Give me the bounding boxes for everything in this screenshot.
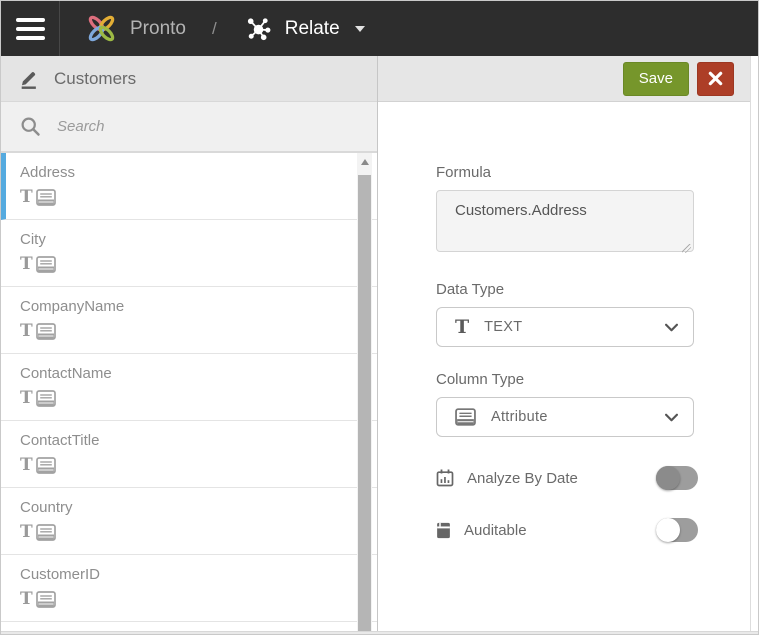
text-type-icon: T bbox=[20, 522, 33, 542]
attribute-type-icon bbox=[36, 323, 56, 340]
text-type-icon: T bbox=[20, 187, 33, 207]
attribute-type-icon bbox=[36, 457, 56, 474]
list-item-country[interactable]: Country T bbox=[1, 488, 377, 555]
close-button[interactable] bbox=[697, 62, 734, 96]
search-bar bbox=[1, 102, 377, 153]
column-type-value: Attribute bbox=[491, 409, 548, 425]
data-type-value: TEXT bbox=[484, 319, 522, 335]
analyze-by-date-label: Analyze By Date bbox=[467, 470, 578, 487]
auditable-toggle[interactable] bbox=[656, 518, 698, 542]
field-name: Country bbox=[20, 498, 347, 518]
field-name: Address bbox=[20, 163, 347, 183]
chevron-down-icon bbox=[355, 26, 365, 32]
column-type-select[interactable]: Attribute bbox=[436, 397, 694, 437]
right-panel-scroll-gutter bbox=[750, 56, 758, 635]
ledger-icon bbox=[436, 522, 451, 539]
field-name: City bbox=[20, 230, 347, 250]
panel-title: Customers bbox=[54, 69, 136, 89]
breadcrumb-separator: / bbox=[212, 19, 217, 39]
column-editor-panel: Save Formula Customers.Address bbox=[378, 56, 758, 635]
toggle-knob bbox=[656, 518, 680, 542]
chevron-down-icon bbox=[665, 323, 678, 332]
field-list: Address T City T CompanyName bbox=[1, 153, 377, 635]
field-name: CompanyName bbox=[20, 297, 347, 317]
text-type-icon: T bbox=[455, 317, 469, 337]
list-scrollbar bbox=[357, 153, 372, 635]
sidebar-header: Customers bbox=[1, 56, 377, 102]
list-item-companyname[interactable]: CompanyName T bbox=[1, 287, 377, 354]
search-icon bbox=[20, 116, 41, 137]
attribute-type-icon bbox=[36, 390, 56, 407]
attribute-type-icon bbox=[36, 189, 56, 206]
pronto-home-link[interactable]: Pronto bbox=[86, 13, 186, 44]
data-type-group: Data Type T TEXT bbox=[436, 281, 758, 347]
list-item-customerid[interactable]: CustomerID T bbox=[1, 555, 377, 622]
close-x-icon bbox=[708, 71, 723, 86]
hamburger-menu-button[interactable] bbox=[1, 1, 59, 56]
relate-network-icon bbox=[245, 15, 272, 42]
chevron-down-icon bbox=[665, 413, 678, 422]
relate-module-dropdown[interactable]: Relate bbox=[245, 15, 365, 42]
data-type-label: Data Type bbox=[436, 281, 758, 298]
field-name: ContactName bbox=[20, 364, 347, 384]
editor-toolbar: Save bbox=[378, 56, 758, 102]
field-name: ContactTitle bbox=[20, 431, 347, 451]
toggle-knob bbox=[656, 466, 680, 490]
text-type-icon: T bbox=[20, 388, 33, 408]
calendar-chart-icon bbox=[436, 469, 454, 487]
module-name: Relate bbox=[285, 18, 340, 40]
attribute-type-icon bbox=[36, 524, 56, 541]
resize-grip-icon[interactable] bbox=[682, 244, 691, 253]
list-item-address[interactable]: Address T bbox=[1, 153, 377, 220]
app-window: Pronto / Relate bbox=[0, 0, 759, 635]
column-type-label: Column Type bbox=[436, 371, 758, 388]
attribute-type-icon bbox=[36, 256, 56, 273]
attribute-type-icon bbox=[36, 591, 56, 608]
text-type-icon: T bbox=[20, 455, 33, 475]
data-type-select[interactable]: T TEXT bbox=[436, 307, 694, 347]
app-name: Pronto bbox=[130, 18, 186, 40]
save-button[interactable]: Save bbox=[623, 62, 689, 96]
formula-input[interactable]: Customers.Address bbox=[436, 190, 694, 252]
formula-label: Formula bbox=[436, 164, 758, 181]
scrollbar-thumb[interactable] bbox=[358, 175, 371, 635]
topbar-divider bbox=[59, 1, 60, 56]
list-item-city[interactable]: City T bbox=[1, 220, 377, 287]
list-item-contactname[interactable]: ContactName T bbox=[1, 354, 377, 421]
text-type-icon: T bbox=[20, 321, 33, 341]
edit-pencil-icon[interactable] bbox=[18, 68, 39, 89]
field-name: CustomerID bbox=[20, 565, 347, 585]
list-item-contacttitle[interactable]: ContactTitle T bbox=[1, 421, 377, 488]
auditable-label: Auditable bbox=[464, 522, 527, 539]
horizontal-scrollbar-track bbox=[1, 631, 758, 634]
fields-sidebar: Customers Address T City bbox=[1, 56, 378, 635]
editor-form: Formula Customers.Address Data Type T TE… bbox=[378, 102, 758, 635]
auditable-row: Auditable bbox=[436, 515, 698, 545]
search-input[interactable] bbox=[57, 118, 377, 135]
column-type-group: Column Type Attribute bbox=[436, 371, 758, 437]
analyze-by-date-toggle[interactable] bbox=[656, 466, 698, 490]
pronto-logo-icon bbox=[86, 13, 117, 44]
topbar: Pronto / Relate bbox=[1, 1, 758, 56]
text-type-icon: T bbox=[20, 254, 33, 274]
formula-group: Formula Customers.Address bbox=[436, 164, 758, 257]
text-type-icon: T bbox=[20, 589, 33, 609]
analyze-by-date-row: Analyze By Date bbox=[436, 463, 698, 493]
scrollbar-up-arrow[interactable] bbox=[357, 153, 372, 171]
attribute-type-icon bbox=[455, 408, 476, 426]
